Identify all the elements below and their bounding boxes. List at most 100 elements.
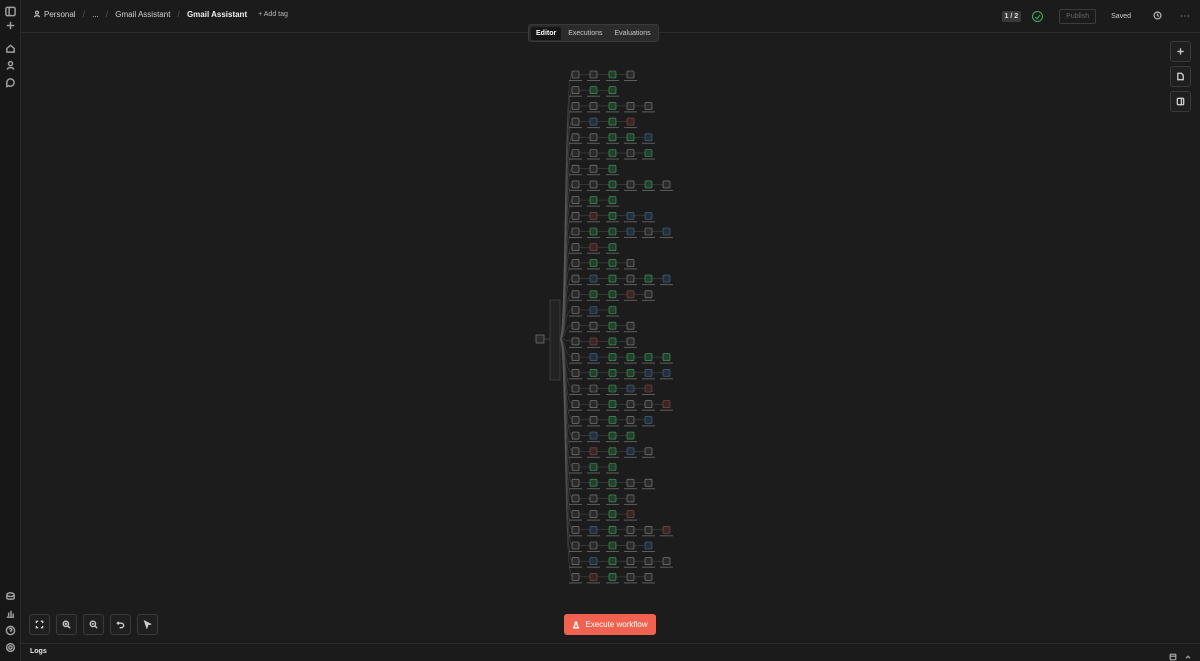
workflow-node (662, 227, 671, 236)
workflow-node-label (587, 456, 600, 458)
workflow-node (571, 525, 580, 534)
panel-button[interactable] (1170, 91, 1191, 112)
workflow-node (662, 180, 671, 189)
workflow-node (626, 416, 635, 424)
sidebar-toggle-icon[interactable] (4, 5, 17, 18)
settings-icon[interactable] (4, 641, 17, 654)
user-icon (33, 10, 41, 17)
workflow-node (608, 196, 617, 204)
workflow-node (608, 149, 617, 157)
workflow-node-label (642, 425, 655, 427)
zoom-out-button[interactable] (83, 614, 104, 635)
workflow-node (608, 368, 617, 377)
workflow-node (608, 290, 617, 299)
add-tag-button[interactable]: + Add tag (258, 11, 288, 18)
workflow-node-label (624, 111, 637, 113)
breadcrumb-ellipsis[interactable]: ... (92, 10, 99, 19)
workflow-node-label (624, 189, 637, 191)
workflow-title[interactable]: Gmail Assistant (187, 10, 247, 19)
sticky-note-button[interactable] (1170, 66, 1191, 87)
workflow-node (626, 447, 635, 456)
workflow-graph (535, 70, 673, 584)
chart-icon[interactable] (4, 607, 17, 620)
workflow-node-label (606, 331, 619, 333)
workflow-node-label (606, 174, 619, 176)
zoom-out-icon (89, 620, 98, 629)
workflow-node-label (642, 488, 655, 490)
left-rail (0, 0, 21, 661)
workflow-node (644, 384, 653, 393)
zoom-in-button[interactable] (56, 614, 77, 635)
workflow-node (644, 368, 653, 377)
version-counter[interactable]: 1 / 2 (1001, 11, 1022, 22)
workflow-node (662, 368, 671, 377)
template-icon[interactable] (4, 590, 17, 603)
workflow-node (571, 573, 580, 581)
workspace-link[interactable]: Personal (33, 10, 76, 19)
plus-icon[interactable] (4, 19, 17, 32)
chat-icon[interactable] (4, 76, 17, 89)
workflow-node (571, 259, 580, 267)
workflow-node-label (569, 205, 582, 207)
pointer-button[interactable] (137, 614, 158, 635)
workflow-node-label (569, 441, 582, 443)
undo-button[interactable] (110, 614, 131, 635)
workflow-node (571, 117, 580, 126)
workflow-node (571, 321, 580, 330)
workflow-node (589, 86, 598, 95)
workflow-node (626, 212, 635, 220)
workflow-node (571, 494, 580, 503)
undo-icon (116, 621, 125, 629)
workflow-node-label (587, 95, 600, 97)
workflow-node-label (624, 268, 637, 270)
fit-view-button[interactable] (29, 614, 50, 635)
workflow-node (662, 274, 671, 283)
workflow-node-label (569, 158, 582, 160)
tab-evaluations[interactable]: Evaluations (609, 27, 655, 40)
workflow-node (626, 117, 635, 126)
workflow-node (608, 180, 617, 189)
workflow-canvas[interactable]: Execute workflow (21, 33, 1200, 643)
workflow-node (626, 431, 635, 440)
workflow-node-label (624, 221, 637, 223)
home-icon[interactable] (4, 42, 17, 55)
tab-editor[interactable]: Editor (531, 26, 562, 40)
chevron-up-icon[interactable] (1184, 648, 1192, 661)
workflow-node (626, 70, 635, 79)
logs-popout-icon[interactable] (1169, 648, 1177, 661)
add-node-button[interactable] (1170, 41, 1191, 62)
user-icon[interactable] (4, 59, 17, 72)
workflow-node (589, 337, 598, 346)
workflow-node-label (624, 551, 637, 552)
workflow-node (589, 259, 598, 267)
workflow-node (608, 102, 617, 110)
history-icon[interactable] (1153, 11, 1162, 22)
workflow-node (626, 290, 635, 299)
workflow-node (662, 353, 671, 361)
workflow-node-label (624, 503, 637, 505)
workflow-node-label (587, 80, 600, 81)
workflow-node-label (606, 315, 619, 317)
workflow-node (571, 557, 580, 566)
workflow-node (626, 510, 635, 518)
workflow-node-label (569, 252, 582, 254)
workflow-node-label (660, 284, 673, 286)
workflow-node (571, 431, 580, 440)
publish-button[interactable]: Publish (1059, 9, 1097, 24)
workflow-node-label (587, 472, 600, 474)
saved-status: Saved (1111, 13, 1131, 20)
folder-link[interactable]: Gmail Assistant (115, 10, 170, 19)
workflow-node (644, 133, 653, 142)
workflow-node-label (569, 284, 582, 286)
workflow-node (608, 494, 617, 503)
execute-workflow-button[interactable]: Execute workflow (564, 614, 656, 635)
tab-executions[interactable]: Executions (563, 27, 607, 40)
logs-panel[interactable]: Logs (21, 643, 1200, 661)
workflow-node (644, 573, 653, 581)
workflow-node-label (587, 284, 600, 286)
workflow-node-label (606, 189, 619, 191)
workflow-node-label (569, 566, 582, 568)
more-options-icon[interactable]: ⋯ (1180, 11, 1190, 22)
workflow-node (626, 353, 635, 361)
help-icon[interactable] (4, 624, 17, 637)
